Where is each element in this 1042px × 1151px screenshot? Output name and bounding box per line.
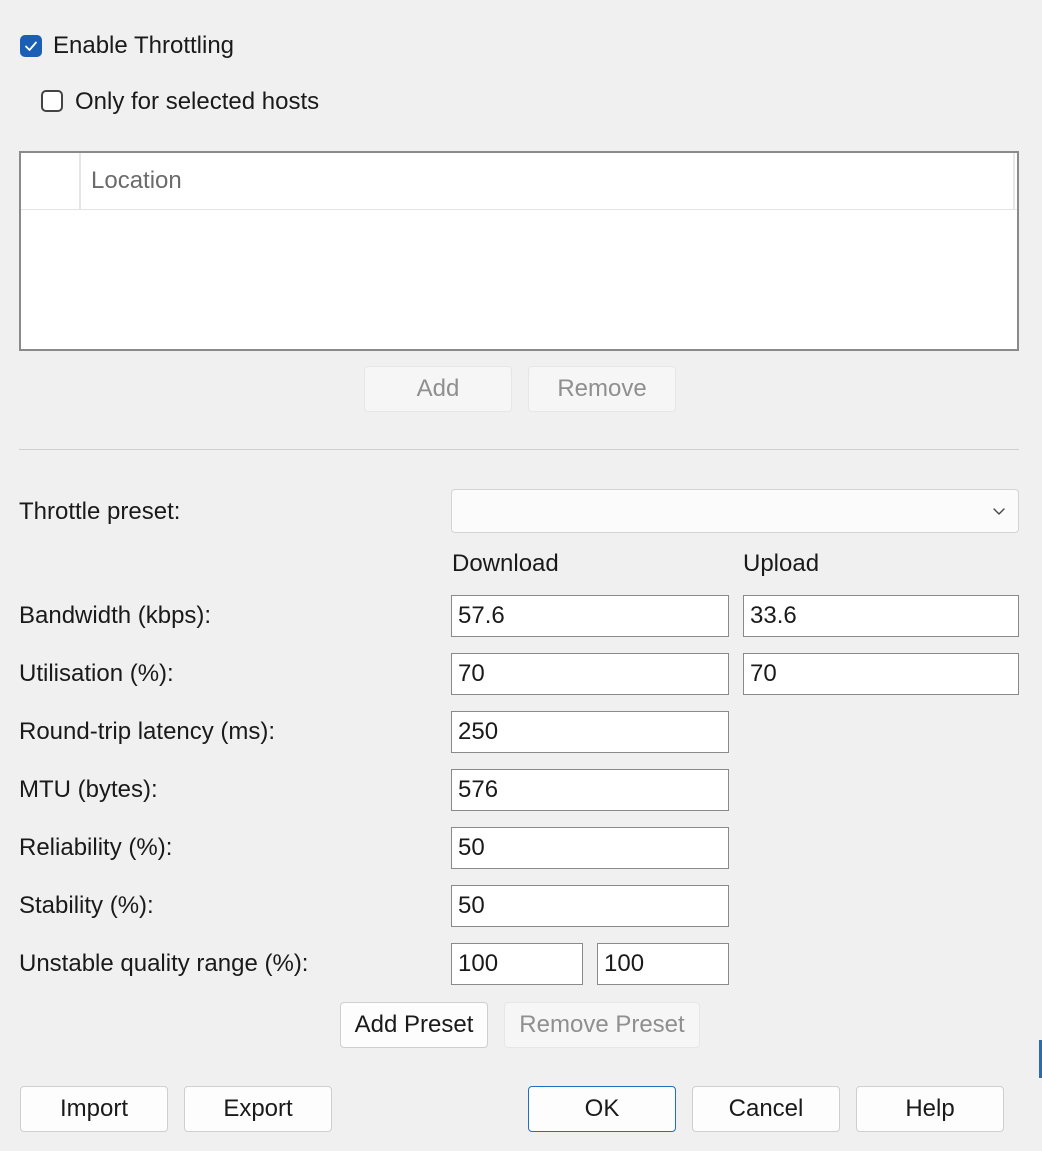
remove-preset-button[interactable]: Remove Preset: [504, 1002, 700, 1048]
stability-input[interactable]: [451, 885, 729, 927]
upload-column-header: Upload: [743, 550, 820, 577]
utilisation-label: Utilisation (%):: [19, 660, 174, 687]
mtu-input[interactable]: [451, 769, 729, 811]
utilisation-download-input[interactable]: [451, 653, 729, 695]
throttle-preset-label: Throttle preset:: [19, 498, 181, 525]
unstable-range-max-input[interactable]: [597, 943, 729, 985]
hosts-table[interactable]: Location: [19, 151, 1019, 351]
cancel-button[interactable]: Cancel: [692, 1086, 840, 1132]
utilisation-upload-input[interactable]: [743, 653, 1019, 695]
download-column-header: Download: [452, 550, 559, 577]
latency-input[interactable]: [451, 711, 729, 753]
help-button[interactable]: Help: [856, 1086, 1004, 1132]
mtu-label: MTU (bytes):: [19, 776, 158, 803]
latency-label: Round-trip latency (ms):: [19, 718, 276, 745]
column-header-location[interactable]: Location: [91, 167, 182, 195]
reliability-label: Reliability (%):: [19, 834, 173, 861]
enable-throttling-checkbox[interactable]: [20, 35, 42, 57]
section-divider: [19, 449, 1019, 450]
stability-label: Stability (%):: [19, 892, 154, 919]
column-divider: [1013, 153, 1015, 209]
import-button[interactable]: Import: [20, 1086, 168, 1132]
column-divider[interactable]: [79, 153, 81, 209]
bandwidth-label: Bandwidth (kbps):: [19, 602, 212, 629]
throttle-preset-select[interactable]: [451, 489, 1019, 533]
selected-hosts-checkbox[interactable]: [41, 90, 63, 112]
bandwidth-upload-input[interactable]: [743, 595, 1019, 637]
chevron-down-icon: [993, 508, 1005, 515]
add-host-button[interactable]: Add: [364, 366, 512, 412]
add-preset-button[interactable]: Add Preset: [340, 1002, 488, 1048]
remove-host-button[interactable]: Remove: [528, 366, 676, 412]
reliability-input[interactable]: [451, 827, 729, 869]
unstable-range-min-input[interactable]: [451, 943, 583, 985]
checkmark-icon: [25, 41, 37, 51]
unstable-range-label: Unstable quality range (%):: [19, 950, 309, 977]
enable-throttling-label[interactable]: Enable Throttling: [53, 32, 234, 60]
hosts-table-header: Location: [21, 153, 1017, 210]
ok-button[interactable]: OK: [528, 1086, 676, 1132]
selected-hosts-label[interactable]: Only for selected hosts: [75, 88, 319, 116]
export-button[interactable]: Export: [184, 1086, 332, 1132]
bandwidth-download-input[interactable]: [451, 595, 729, 637]
